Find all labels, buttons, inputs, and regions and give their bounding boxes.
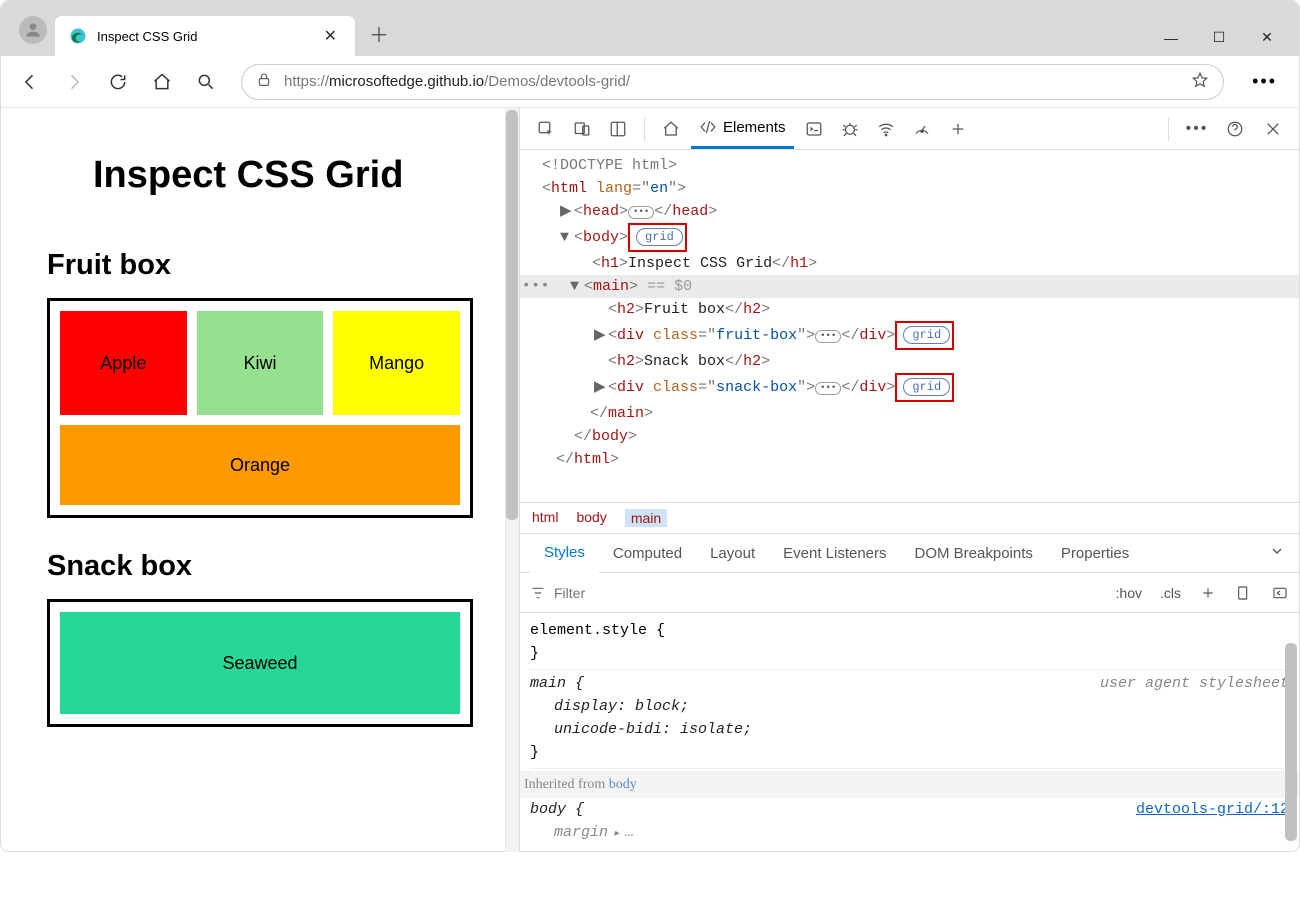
crumb-html[interactable]: html bbox=[532, 509, 558, 527]
new-tab-button[interactable]: ＋ bbox=[355, 11, 403, 56]
grid-badge[interactable]: grid bbox=[903, 378, 950, 396]
console-tab-icon[interactable] bbox=[798, 113, 830, 145]
lock-icon bbox=[256, 72, 272, 92]
grid-badge[interactable]: grid bbox=[903, 326, 950, 344]
help-icon[interactable] bbox=[1219, 113, 1251, 145]
more-tabs-icon[interactable] bbox=[942, 113, 974, 145]
dom-breadcrumb: html body main bbox=[520, 502, 1299, 534]
dom-breakpoints-tab[interactable]: DOM Breakpoints bbox=[901, 535, 1047, 572]
close-window-button[interactable]: ✕ bbox=[1243, 29, 1291, 46]
source-link[interactable]: devtools-grid/:12 bbox=[1136, 798, 1289, 821]
crumb-main[interactable]: main bbox=[625, 509, 667, 527]
filter-icon bbox=[530, 585, 546, 601]
fruit-cell-mango: Mango bbox=[333, 311, 460, 415]
tab-close-icon[interactable]: ✕ bbox=[320, 26, 341, 46]
devtools-scrollbar[interactable] bbox=[1283, 643, 1299, 923]
ua-stylesheet-label: user agent stylesheet bbox=[1100, 672, 1289, 695]
computed-sidebar-icon[interactable] bbox=[1235, 584, 1253, 602]
properties-tab[interactable]: Properties bbox=[1047, 535, 1143, 572]
forward-button[interactable] bbox=[55, 63, 93, 101]
window-controls: — ☐ ✕ bbox=[1147, 29, 1291, 56]
highlight-box: grid bbox=[895, 321, 954, 350]
url-text: https://microsoftedge.github.io/Demos/de… bbox=[284, 73, 1179, 90]
snack-cell-seaweed: Seaweed bbox=[60, 612, 460, 714]
devtools-toolbar: Elements ••• bbox=[520, 108, 1299, 150]
crumb-body[interactable]: body bbox=[576, 509, 606, 527]
elements-tab[interactable]: Elements bbox=[691, 108, 794, 149]
fruit-cell-kiwi: Kiwi bbox=[197, 311, 324, 415]
dock-side-icon[interactable] bbox=[602, 113, 634, 145]
layout-tab[interactable]: Layout bbox=[696, 535, 769, 572]
event-listeners-tab[interactable]: Event Listeners bbox=[769, 535, 900, 572]
favorite-icon[interactable] bbox=[1191, 71, 1209, 93]
content-area: Inspect CSS Grid Fruit box Apple Kiwi Ma… bbox=[1, 108, 1299, 852]
browser-tab-strip: Inspect CSS Grid ✕ ＋ — ☐ ✕ bbox=[1, 1, 1299, 56]
search-button[interactable] bbox=[187, 63, 225, 101]
performance-icon[interactable] bbox=[906, 113, 938, 145]
page-viewport: Inspect CSS Grid Fruit box Apple Kiwi Ma… bbox=[1, 108, 519, 852]
snack-box-heading: Snack box bbox=[47, 550, 473, 583]
welcome-tab-icon[interactable] bbox=[655, 113, 687, 145]
address-bar[interactable]: https://microsoftedge.github.io/Demos/de… bbox=[241, 64, 1224, 100]
maximize-button[interactable]: ☐ bbox=[1195, 29, 1243, 46]
close-devtools-icon[interactable] bbox=[1257, 113, 1289, 145]
tab-title: Inspect CSS Grid bbox=[97, 29, 310, 44]
rendering-icon[interactable] bbox=[1271, 584, 1289, 602]
home-button[interactable] bbox=[143, 63, 181, 101]
collapse-arrow-icon[interactable]: ▼ bbox=[560, 226, 574, 249]
browser-menu-button[interactable]: ••• bbox=[1240, 71, 1289, 92]
cls-toggle[interactable]: .cls bbox=[1160, 585, 1181, 601]
inherited-from-label: Inherited from body bbox=[520, 771, 1299, 798]
dom-tree[interactable]: <!DOCTYPE html> <html lang="en"> ▶<head>… bbox=[520, 150, 1299, 479]
fruit-box-heading: Fruit box bbox=[47, 249, 473, 282]
bug-icon[interactable] bbox=[834, 113, 866, 145]
device-toggle-icon[interactable] bbox=[566, 113, 598, 145]
fruit-cell-apple: Apple bbox=[60, 311, 187, 415]
snack-box-grid: Seaweed bbox=[47, 599, 473, 727]
highlight-box: grid bbox=[628, 223, 687, 252]
ellipsis-icon[interactable]: ••• bbox=[628, 206, 654, 219]
devtools-menu-icon[interactable]: ••• bbox=[1181, 113, 1213, 145]
new-rule-icon[interactable] bbox=[1199, 584, 1217, 602]
computed-tab[interactable]: Computed bbox=[599, 535, 696, 572]
page-scrollbar[interactable] bbox=[505, 108, 519, 852]
styles-tabstrip: Styles Computed Layout Event Listeners D… bbox=[520, 534, 1299, 573]
expand-arrow-icon[interactable]: ▶ bbox=[560, 200, 574, 223]
highlight-box: grid bbox=[895, 373, 954, 402]
styles-filter-input[interactable] bbox=[554, 585, 654, 601]
styles-rules[interactable]: element.style { } user agent stylesheet … bbox=[520, 613, 1299, 852]
styles-tab[interactable]: Styles bbox=[530, 534, 599, 573]
selected-dom-node[interactable]: •••▼<main> == $0 bbox=[520, 275, 1299, 298]
page-h1: Inspect CSS Grid bbox=[93, 154, 473, 197]
fruit-cell-orange: Orange bbox=[60, 425, 460, 505]
edge-icon bbox=[69, 27, 87, 45]
profile-avatar[interactable] bbox=[19, 16, 47, 44]
inspect-element-icon[interactable] bbox=[530, 113, 562, 145]
styles-toolbar: :hov .cls bbox=[520, 573, 1299, 613]
browser-toolbar: https://microsoftedge.github.io/Demos/de… bbox=[1, 56, 1299, 108]
styles-more-icon[interactable] bbox=[1265, 539, 1289, 568]
fruit-box-grid: Apple Kiwi Mango Orange bbox=[47, 298, 473, 518]
grid-badge[interactable]: grid bbox=[636, 228, 683, 246]
element-style-rule[interactable]: element.style { bbox=[530, 619, 1289, 642]
refresh-button[interactable] bbox=[99, 63, 137, 101]
browser-tab[interactable]: Inspect CSS Grid ✕ bbox=[55, 16, 355, 56]
network-icon[interactable] bbox=[870, 113, 902, 145]
devtools-panel: Elements ••• <!DOCTYPE html> <html lang=… bbox=[519, 108, 1299, 852]
back-button[interactable] bbox=[11, 63, 49, 101]
minimize-button[interactable]: — bbox=[1147, 30, 1195, 46]
hov-toggle[interactable]: :hov bbox=[1116, 585, 1142, 601]
